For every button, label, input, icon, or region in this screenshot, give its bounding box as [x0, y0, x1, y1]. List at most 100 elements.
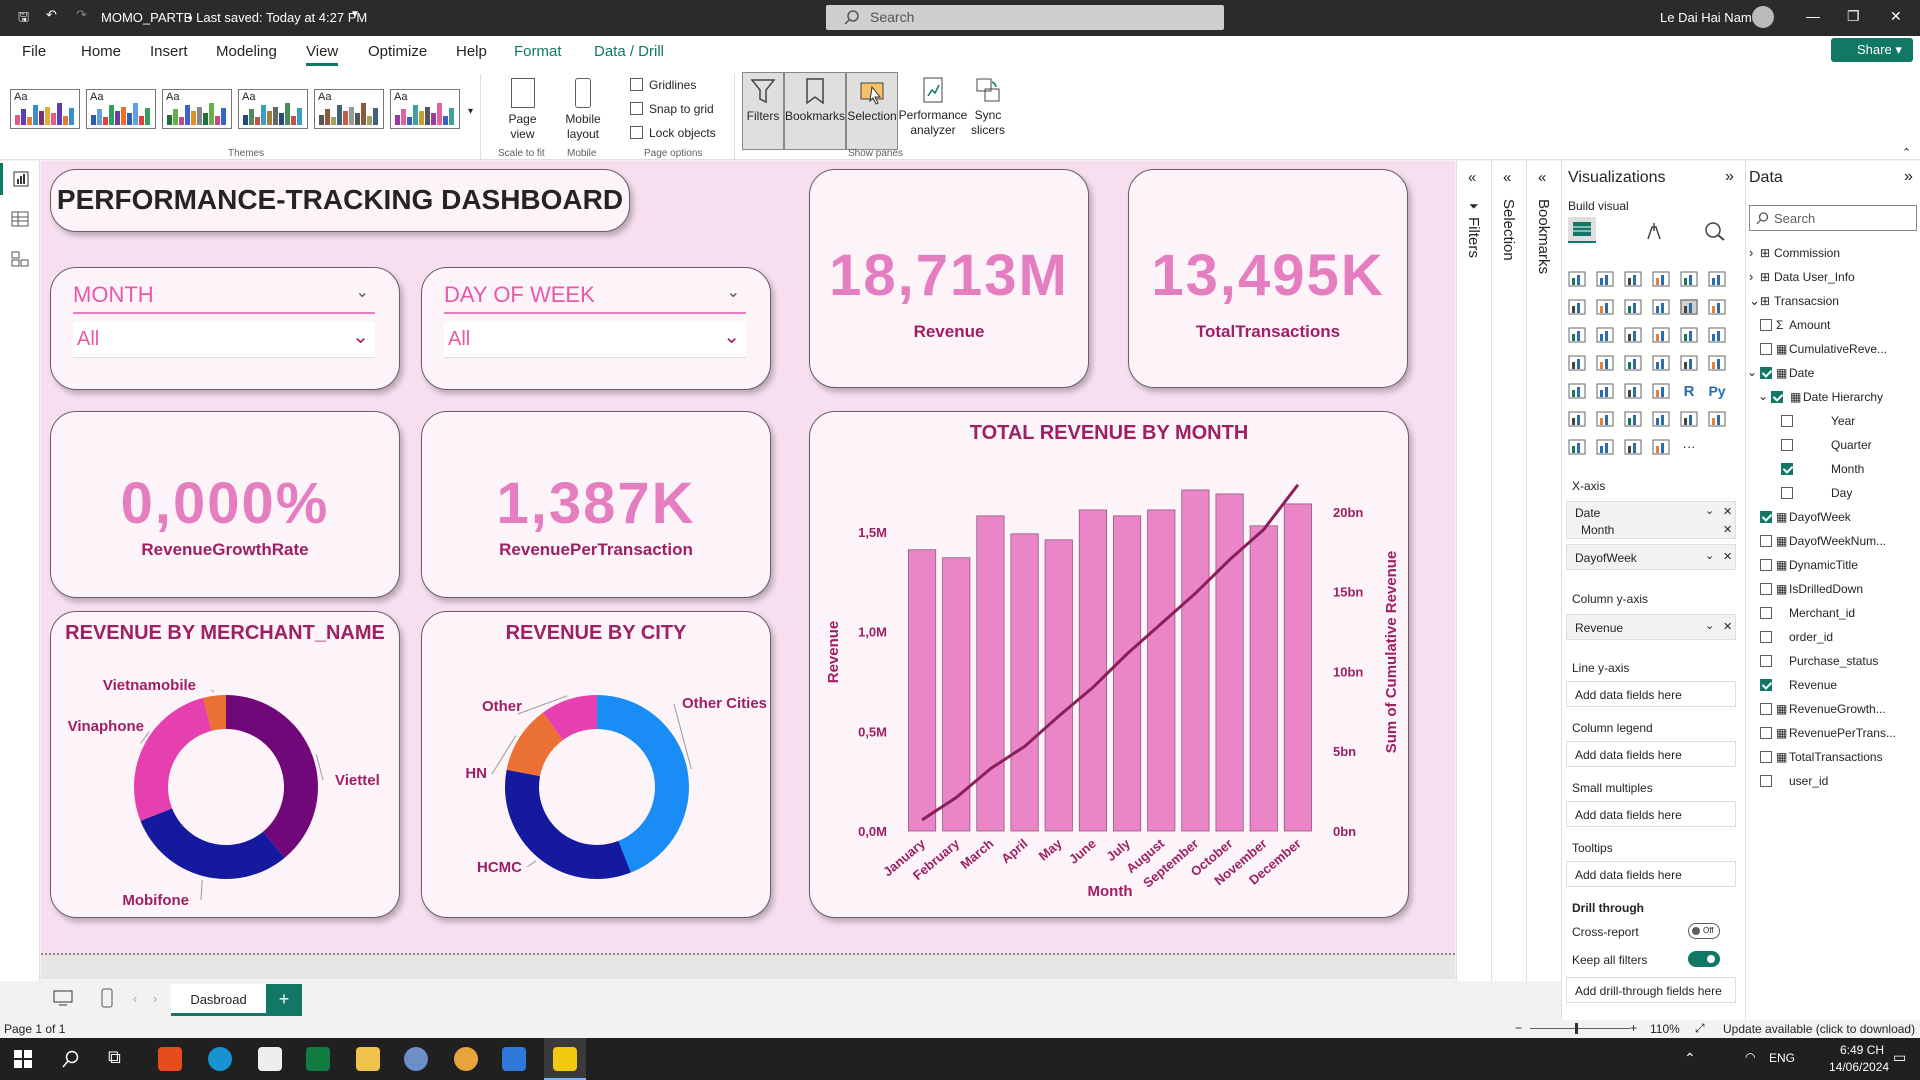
donut-icon[interactable]	[1680, 327, 1698, 343]
donut-slice[interactable]	[134, 697, 212, 821]
chevron-down-icon[interactable]: ⌄	[1705, 504, 1714, 517]
bookmarks-button[interactable]: Bookmarks	[784, 72, 846, 150]
desktop-layout-icon[interactable]	[53, 990, 73, 1006]
narrative-icon[interactable]	[1652, 411, 1670, 427]
field-cumulativereve[interactable]: CumulativeReve...	[1789, 342, 1887, 356]
phone-layout-icon[interactable]	[101, 988, 113, 1008]
field-month[interactable]: Month	[1831, 462, 1864, 476]
table-transacsion[interactable]: Transacsion	[1774, 294, 1839, 308]
cross-report-toggle[interactable]: Off	[1688, 923, 1720, 939]
tab-dasbroad[interactable]: Dasbroad	[171, 984, 266, 1016]
expand-chevron-icon[interactable]: ⌄	[1749, 293, 1760, 309]
field-checkbox[interactable]	[1760, 607, 1772, 619]
line-column-icon[interactable]	[1652, 299, 1670, 315]
theme-swatch[interactable]: Aa	[86, 89, 156, 129]
field-checkbox[interactable]	[1760, 727, 1772, 739]
themes-more-icon[interactable]: ▾	[468, 106, 473, 117]
restore-icon[interactable]: ❐	[1847, 8, 1860, 25]
day-of-week-slicer[interactable]: DAY OF WEEK ⌄ All ⌄	[421, 267, 771, 390]
gauge-icon[interactable]	[1652, 355, 1670, 371]
chevron-down-icon[interactable]: ⌄	[1705, 619, 1714, 632]
menu-view[interactable]: View	[306, 43, 339, 66]
revenue-card[interactable]: 18,713M Revenue	[809, 169, 1089, 388]
gridlines-checkbox[interactable]: Gridlines	[630, 78, 696, 92]
bar[interactable]	[1044, 539, 1073, 832]
task-view-icon[interactable]: ⧉	[108, 1047, 132, 1071]
close-icon[interactable]: ✕	[1890, 8, 1902, 25]
filled-map-icon[interactable]	[1596, 355, 1614, 371]
powerbi-task[interactable]	[544, 1038, 586, 1080]
r-visual-icon[interactable]: R	[1680, 383, 1698, 400]
bar[interactable]	[976, 515, 1005, 832]
multi-row-card-icon[interactable]	[1708, 355, 1726, 371]
field-checkbox[interactable]	[1760, 655, 1772, 667]
minimize-icon[interactable]: —	[1806, 8, 1820, 24]
card-icon[interactable]	[1680, 355, 1698, 371]
expand-chevron-icon[interactable]: ⌄	[1747, 365, 1757, 379]
table-data-user-info[interactable]: Data User_Info	[1774, 270, 1855, 284]
field-checkbox[interactable]	[1760, 775, 1772, 787]
field-amount[interactable]: Amount	[1789, 318, 1830, 332]
fit-page-icon[interactable]: ⤢	[1695, 1021, 1705, 1036]
remove-icon[interactable]: ✕	[1723, 550, 1732, 563]
notification-icon[interactable]: ▭	[1893, 1049, 1906, 1066]
month-slicer[interactable]: MONTH ⌄ All ⌄	[50, 267, 400, 390]
field-day[interactable]: Day	[1831, 486, 1852, 500]
table-commission[interactable]: Commission	[1774, 246, 1840, 260]
remove-icon[interactable]: ✕	[1723, 505, 1732, 518]
prev-page-icon[interactable]: ‹	[133, 991, 137, 1006]
field-checkbox[interactable]	[1760, 751, 1772, 763]
trophy-icon[interactable]	[1680, 411, 1698, 427]
performance-analyzer-button[interactable]: Performance analyzer	[898, 76, 968, 138]
field-checkbox[interactable]	[1781, 439, 1793, 451]
month-chart-card[interactable]: TOTAL REVENUE BY MONTH 0,0M 0,5M 1,0M 1,5M 0…	[809, 411, 1409, 918]
collapse-icon[interactable]: »	[1725, 168, 1734, 186]
theme-swatch[interactable]: Aa	[390, 89, 460, 129]
bar[interactable]	[1078, 509, 1107, 832]
field-isdrilleddown[interactable]: IsDrilledDown	[1789, 582, 1863, 596]
100-bar-icon[interactable]	[1680, 271, 1698, 287]
chevron-down-icon[interactable]: ⌄	[1705, 549, 1714, 562]
python-visual-icon[interactable]: Py	[1708, 383, 1726, 399]
share-button[interactable]: Share ▾	[1831, 38, 1913, 62]
field-checkbox[interactable]	[1760, 631, 1772, 643]
field-checkbox[interactable]	[1760, 367, 1772, 379]
tooltips-well[interactable]: Add data fields here	[1566, 861, 1736, 887]
theme-swatch[interactable]: Aa	[162, 89, 232, 129]
chevron-down-icon[interactable]: ⌄	[727, 282, 740, 302]
bar[interactable]	[908, 549, 937, 832]
bar[interactable]	[1010, 533, 1039, 832]
update-message[interactable]: Update available (click to download)	[1723, 1022, 1915, 1036]
field-checkbox[interactable]	[1760, 319, 1772, 331]
field-checkbox[interactable]	[1760, 535, 1772, 547]
table-view-icon[interactable]	[11, 211, 29, 227]
expand-icon[interactable]: «	[1538, 169, 1546, 186]
store-icon[interactable]	[502, 1047, 526, 1071]
matrix-icon[interactable]	[1652, 383, 1670, 399]
line-clustered-icon[interactable]	[1680, 299, 1698, 315]
search-icon[interactable]	[62, 1050, 80, 1068]
field-merchant-id[interactable]: Merchant_id	[1789, 606, 1855, 620]
language-indicator[interactable]: ENG	[1769, 1051, 1795, 1065]
undo-icon[interactable]: ↶	[46, 7, 57, 23]
field-checkbox[interactable]	[1781, 463, 1793, 475]
field-year[interactable]: Year	[1831, 414, 1855, 428]
model-view-icon[interactable]	[11, 251, 29, 267]
field-date-hierarchy[interactable]: Date Hierarchy	[1803, 390, 1883, 404]
transactions-card[interactable]: 13,495K TotalTransactions	[1128, 169, 1408, 388]
field-revenuegrowth[interactable]: RevenueGrowth...	[1789, 702, 1886, 716]
network-icon[interactable]: ⌃	[1684, 1050, 1696, 1067]
donut-slice[interactable]	[505, 769, 631, 879]
azure-map-icon[interactable]	[1624, 355, 1642, 371]
key-influencers-icon[interactable]	[1568, 411, 1586, 427]
field-quarter[interactable]: Quarter	[1831, 438, 1872, 452]
wifi-icon[interactable]: ◠	[1745, 1050, 1755, 1064]
zoom-out-icon[interactable]: −	[1515, 1021, 1522, 1035]
stacked-bar-icon[interactable]	[1568, 271, 1586, 287]
more-icon[interactable]: ···	[1680, 439, 1698, 455]
filters-pane[interactable]: « ⏷ Filters	[1456, 161, 1491, 981]
search-input[interactable]: Search	[826, 5, 1224, 30]
slicer-icon[interactable]	[1596, 383, 1614, 399]
theme-swatch[interactable]: Aa	[314, 89, 384, 129]
page-view-button[interactable]: Page view	[500, 78, 545, 142]
